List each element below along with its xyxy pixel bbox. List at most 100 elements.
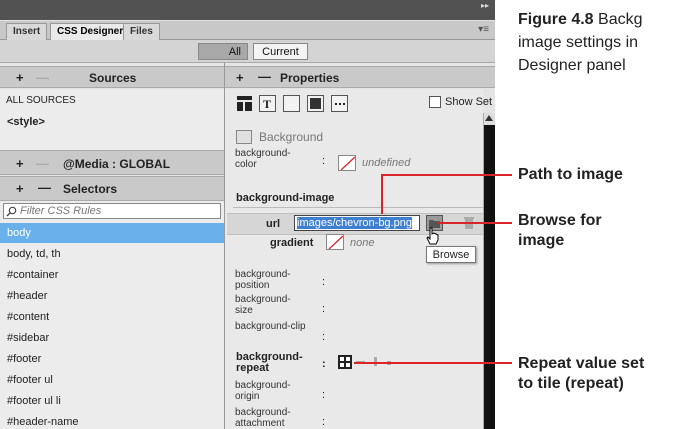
filter-css-rules-input[interactable]: Filter CSS Rules	[3, 203, 221, 219]
annotation-browse-1: Browse for	[518, 212, 602, 229]
mode-toggle-bar: All Current	[0, 40, 495, 63]
caption-line-2: image settings in	[518, 34, 639, 51]
repeat-tile-icon[interactable]	[338, 355, 352, 369]
gradient-swatch[interactable]	[326, 234, 344, 250]
prop-label: background-	[235, 148, 291, 159]
background-section-title: Background	[259, 130, 324, 144]
selector-item[interactable]: #footer	[0, 349, 224, 369]
selector-item[interactable]: body	[0, 223, 224, 243]
prop-colon: :	[322, 276, 326, 288]
add-property-icon[interactable]: +	[236, 70, 244, 85]
bg-repeat-label-2: repeat	[236, 362, 270, 374]
url-label: url	[266, 218, 281, 230]
figure-number: Figure 4.8	[518, 11, 594, 28]
selector-item[interactable]: #sidebar	[0, 328, 224, 348]
prop-colon: :	[322, 389, 326, 401]
remove-selector-icon[interactable]: —	[38, 180, 51, 195]
remove-property-icon[interactable]: —	[258, 69, 271, 84]
scroll-thumb[interactable]	[484, 125, 495, 429]
selector-item[interactable]: #footer ul	[0, 370, 224, 390]
prop-label: background-	[235, 269, 291, 280]
properties-header: + — Properties	[225, 66, 495, 88]
prop-label: background-	[235, 407, 291, 418]
hand-cursor-icon	[426, 227, 439, 245]
prop-label: background-	[235, 294, 291, 305]
show-set-label: Show Set	[445, 96, 493, 108]
prop-label: size	[235, 305, 253, 316]
prop-colon: :	[322, 331, 326, 343]
callout-line-path-vertical	[381, 174, 383, 214]
current-mode-button[interactable]: Current	[253, 43, 308, 60]
prop-colon: :	[322, 416, 326, 428]
prop-colon: :	[322, 303, 326, 315]
all-mode-button[interactable]: All	[198, 43, 248, 60]
sources-title: Sources	[89, 71, 137, 85]
border-category-icon[interactable]	[283, 95, 300, 112]
caption-line-3: Designer panel	[518, 57, 626, 74]
selectors-title: Selectors	[63, 182, 118, 196]
selectors-header: + — Selectors	[0, 176, 225, 201]
prop-label: color	[235, 159, 257, 170]
sources-list: ALL SOURCES <style>	[0, 89, 225, 150]
selector-item[interactable]: body, td, th	[0, 244, 224, 264]
browse-tooltip: Browse	[426, 246, 476, 263]
remove-media-icon[interactable]: —	[36, 156, 49, 171]
prop-label: background-	[235, 380, 291, 391]
panel-tab-bar: Insert CSS Designer Files ▾≡	[0, 21, 495, 40]
add-source-icon[interactable]: +	[16, 70, 24, 85]
css-designer-panel: ▸▸ Insert CSS Designer Files ▾≡ All Curr…	[0, 0, 495, 429]
selector-item[interactable]: #header	[0, 286, 224, 306]
prop-colon: :	[322, 358, 326, 370]
annotation-path: Path to image	[518, 166, 623, 183]
sources-header: + — Sources	[0, 66, 225, 88]
add-selector-icon[interactable]: +	[16, 181, 24, 196]
background-section-icon	[236, 130, 252, 144]
prop-label: origin	[235, 391, 260, 402]
annotation-repeat-2: to tile (repeat)	[518, 375, 624, 392]
scroll-up-icon[interactable]	[485, 115, 493, 121]
caption-line-1: Backg	[598, 11, 643, 28]
bg-color-value: undefined	[362, 157, 411, 169]
callout-line-repeat	[354, 362, 512, 364]
properties-scrollbar[interactable]	[483, 113, 495, 429]
gradient-label: gradient	[270, 237, 314, 249]
panel-menu-icon[interactable]: ▾≡	[478, 24, 489, 35]
prop-label: background-clip	[235, 321, 306, 332]
svg-text:T: T	[263, 97, 271, 111]
layout-category-icon[interactable]	[236, 95, 253, 112]
url-input[interactable]: images/chevron-bg.png	[294, 215, 420, 231]
panel-top-strip: ▸▸	[0, 0, 495, 20]
remove-source-icon[interactable]: —	[36, 70, 49, 85]
more-category-icon[interactable]	[331, 95, 348, 112]
selector-item[interactable]: #header-name	[0, 412, 224, 429]
selector-item[interactable]: #footer ul li	[0, 391, 224, 411]
tab-css-designer[interactable]: CSS Designer	[50, 23, 131, 40]
tab-insert[interactable]: Insert	[6, 23, 48, 40]
annotation-repeat-1: Repeat value set	[518, 355, 645, 372]
bg-color-swatch[interactable]	[338, 155, 356, 171]
media-title: @Media : GLOBAL	[63, 157, 171, 171]
text-category-icon[interactable]: T	[259, 95, 276, 112]
source-all[interactable]: ALL SOURCES	[0, 91, 224, 111]
tab-files[interactable]: Files	[123, 23, 160, 40]
media-header: + — @Media : GLOBAL	[0, 150, 225, 175]
url-input-value: images/chevron-bg.png	[297, 217, 412, 229]
background-category-icon[interactable]	[307, 95, 324, 112]
collapse-icon[interactable]: ▸▸	[481, 2, 489, 10]
section-divider	[233, 207, 483, 208]
bg-image-section-title: background-image	[236, 192, 335, 204]
add-media-icon[interactable]: +	[16, 156, 24, 171]
callout-line-browse	[437, 222, 512, 224]
prop-label: position	[235, 280, 270, 291]
show-set-checkbox[interactable]	[429, 96, 441, 108]
source-style[interactable]: <style>	[0, 112, 224, 132]
selector-item[interactable]: #container	[0, 265, 224, 285]
gradient-value: none	[350, 237, 375, 249]
selector-item[interactable]: #content	[0, 307, 224, 327]
search-icon	[6, 206, 17, 217]
prop-label: attachment	[235, 418, 285, 429]
callout-line-path-horizontal	[381, 174, 512, 176]
figure-caption: Figure 4.8 Backg image settings in Desig…	[518, 8, 643, 77]
prop-colon: :	[322, 155, 326, 167]
annotation-browse-2: image	[518, 232, 565, 249]
